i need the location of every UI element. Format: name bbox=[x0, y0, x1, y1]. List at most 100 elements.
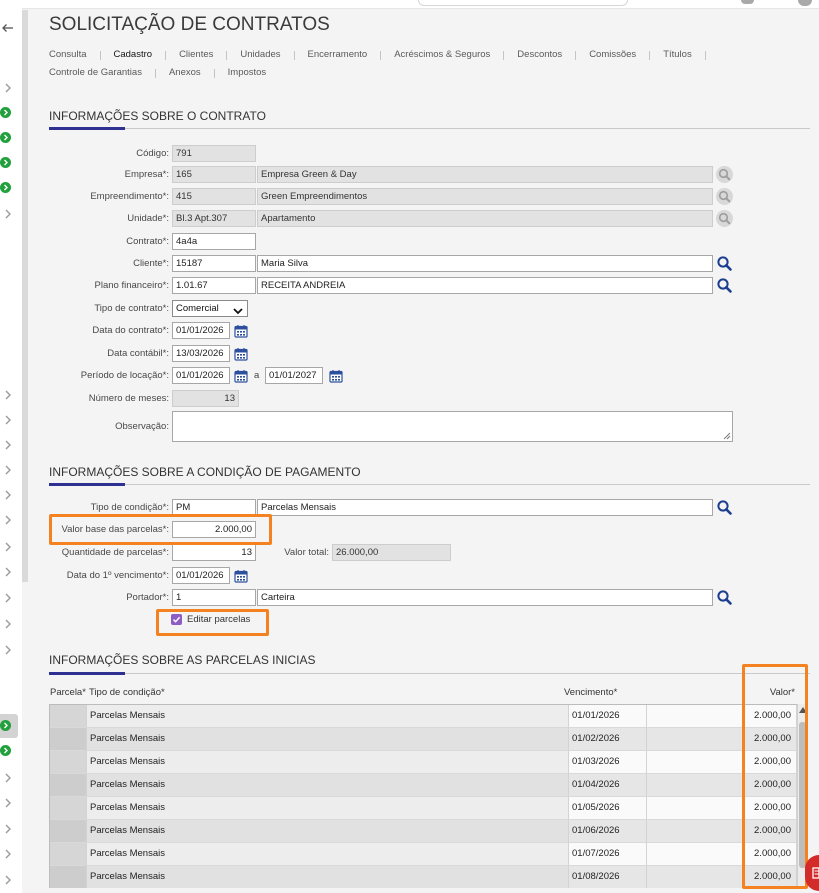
tab-separator bbox=[213, 68, 215, 78]
chevron-right-icon[interactable] bbox=[4, 464, 12, 476]
document-icon bbox=[812, 867, 819, 879]
calendar-icon[interactable] bbox=[234, 369, 248, 383]
top-toolbar-icon[interactable] bbox=[741, 0, 754, 4]
chevron-right-icon[interactable] bbox=[4, 797, 12, 809]
blank-cell bbox=[647, 820, 743, 843]
search-icon[interactable] bbox=[716, 589, 733, 606]
periodo-fim-field[interactable]: 01/01/2027 bbox=[265, 367, 323, 384]
tab-consulta[interactable]: Consulta bbox=[49, 49, 87, 61]
blank-cell bbox=[647, 866, 743, 888]
parcela-cell bbox=[50, 797, 87, 820]
calendar-icon[interactable] bbox=[234, 569, 248, 583]
tab-descontos[interactable]: Descontos bbox=[517, 49, 562, 61]
valor-total-field: 26.000,00 bbox=[332, 544, 451, 561]
vencimento-cell[interactable]: 01/04/2026 bbox=[569, 774, 647, 797]
tab-separator bbox=[575, 50, 577, 60]
periodo-inicio-field[interactable]: 01/01/2026 bbox=[172, 367, 230, 384]
chevron-right-icon[interactable] bbox=[4, 823, 12, 835]
vencimento-cell[interactable]: 01/03/2026 bbox=[569, 751, 647, 774]
chevron-right-icon[interactable] bbox=[4, 848, 12, 860]
data-contrato-field[interactable]: 01/01/2026 bbox=[172, 322, 230, 339]
status-chevron-icon[interactable] bbox=[0, 107, 11, 118]
search-icon[interactable] bbox=[716, 277, 733, 294]
calendar-icon[interactable] bbox=[234, 347, 248, 361]
tab-separator bbox=[293, 50, 295, 60]
calendar-icon[interactable] bbox=[329, 369, 343, 383]
status-chevron-icon[interactable] bbox=[0, 745, 11, 756]
calendar-icon[interactable] bbox=[234, 324, 248, 338]
vencimento-cell[interactable]: 01/08/2026 bbox=[569, 866, 647, 888]
sidebar-scrollbar[interactable] bbox=[22, 10, 28, 582]
tab-acrescimos-seguros[interactable]: Acréscimos & Seguros bbox=[394, 49, 490, 61]
tipo-cell[interactable]: Parcelas Mensais bbox=[87, 797, 569, 820]
resize-grip-icon[interactable] bbox=[723, 432, 731, 440]
column-header-vencimento: Vencimento* bbox=[564, 687, 618, 698]
highlight-box bbox=[742, 664, 808, 889]
cliente-name-field[interactable]: Maria Silva bbox=[257, 255, 713, 272]
chevron-right-icon[interactable] bbox=[4, 618, 12, 630]
tab-controle-de-garantias[interactable]: Controle de Garantias bbox=[49, 67, 142, 79]
tipo-contrato-select[interactable]: Comercial bbox=[172, 300, 248, 317]
status-chevron-icon[interactable] bbox=[0, 132, 11, 143]
section-divider bbox=[49, 484, 810, 485]
parcela-cell bbox=[50, 843, 87, 866]
parcela-cell bbox=[50, 751, 87, 774]
tab-separator bbox=[154, 68, 156, 78]
tipo-cell[interactable]: Parcelas Mensais bbox=[87, 705, 569, 728]
cliente-label: Cliente*: bbox=[133, 258, 169, 269]
plano-financeiro-name-field[interactable]: RECEITA ANDREIA bbox=[257, 277, 713, 294]
cliente-code-field[interactable]: 15187 bbox=[172, 255, 256, 272]
search-icon bbox=[716, 166, 733, 183]
floating-action-button[interactable] bbox=[805, 855, 819, 891]
contrato-field[interactable]: 4a4a bbox=[172, 233, 256, 250]
tipo-condicao-name-field[interactable]: Parcelas Mensais bbox=[257, 499, 713, 516]
plano-financeiro-label: Plano financeiro*: bbox=[94, 280, 169, 291]
chevron-right-icon[interactable] bbox=[4, 644, 12, 656]
numero-meses-label: Número de meses: bbox=[88, 393, 169, 404]
portador-code-field[interactable]: 1 bbox=[172, 589, 256, 606]
quantidade-parcelas-field[interactable]: 13 bbox=[172, 544, 256, 561]
tab-unidades[interactable]: Unidades bbox=[240, 49, 280, 61]
portador-name-field[interactable]: Carteira bbox=[257, 589, 713, 606]
arrow-left-icon[interactable] bbox=[1, 21, 15, 35]
chevron-right-icon[interactable] bbox=[4, 772, 12, 784]
parcela-cell bbox=[50, 866, 87, 888]
table-row: Parcelas Mensais 01/02/2026 2.000,00 bbox=[50, 728, 797, 751]
data-contabil-field[interactable]: 13/03/2026 bbox=[172, 345, 230, 362]
search-icon[interactable] bbox=[716, 499, 733, 516]
chevron-right-icon[interactable] bbox=[4, 82, 12, 94]
table-row: Parcelas Mensais 01/04/2026 2.000,00 bbox=[50, 774, 797, 797]
tipo-cell[interactable]: Parcelas Mensais bbox=[87, 843, 569, 866]
tipo-cell[interactable]: Parcelas Mensais bbox=[87, 751, 569, 774]
tab-anexos[interactable]: Anexos bbox=[169, 67, 201, 79]
plano-financeiro-code-field[interactable]: 1.01.67 bbox=[172, 277, 256, 294]
tipo-cell[interactable]: Parcelas Mensais bbox=[87, 728, 569, 751]
vencimento-cell[interactable]: 01/01/2026 bbox=[569, 705, 647, 728]
vencimento-cell[interactable]: 01/06/2026 bbox=[569, 820, 647, 843]
vencimento-cell[interactable]: 01/05/2026 bbox=[569, 797, 647, 820]
column-header-tipo: Tipo de condição* bbox=[89, 687, 165, 698]
tab-separator bbox=[649, 50, 651, 60]
tipo-cell[interactable]: Parcelas Mensais bbox=[87, 866, 569, 888]
data-vencimento-field[interactable]: 01/01/2026 bbox=[172, 567, 230, 584]
column-header-parcela: Parcela* bbox=[50, 687, 86, 698]
tab-cadastro[interactable]: Cadastro bbox=[114, 49, 153, 61]
status-chevron-icon[interactable] bbox=[0, 720, 11, 731]
parcela-cell bbox=[50, 820, 87, 843]
tab-encerramento[interactable]: Encerramento bbox=[308, 49, 368, 61]
search-icon[interactable] bbox=[716, 255, 733, 272]
vencimento-cell[interactable]: 01/02/2026 bbox=[569, 728, 647, 751]
top-search-box[interactable] bbox=[418, 0, 628, 6]
tab-impostos[interactable]: Impostos bbox=[228, 67, 267, 79]
observacao-textarea[interactable] bbox=[172, 411, 733, 442]
tab-comissoes[interactable]: Comissões bbox=[589, 49, 636, 61]
portador-label: Portador*: bbox=[126, 592, 169, 603]
tab-titulos[interactable]: Títulos bbox=[663, 49, 692, 61]
tipo-cell[interactable]: Parcelas Mensais bbox=[87, 774, 569, 797]
chevron-right-icon[interactable] bbox=[4, 874, 12, 886]
valor-total-label: Valor total: bbox=[284, 547, 329, 558]
vencimento-cell[interactable]: 01/07/2026 bbox=[569, 843, 647, 866]
tipo-cell[interactable]: Parcelas Mensais bbox=[87, 820, 569, 843]
tab-clientes[interactable]: Clientes bbox=[179, 49, 213, 61]
chevron-right-icon[interactable] bbox=[4, 439, 12, 451]
